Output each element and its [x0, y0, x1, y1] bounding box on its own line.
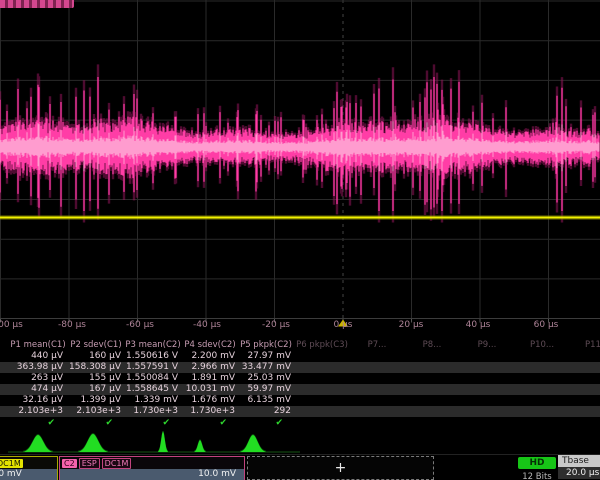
c2-channel-chip: C2 — [62, 459, 77, 468]
time-axis: -100 µs -80 µs -60 µs -40 µs -20 µs 0 µs 20 µs… — [0, 320, 600, 334]
hd-bits-label: 12 Bits — [512, 472, 562, 480]
timebase-value: 20.0 µs — [558, 467, 600, 479]
time-axis-label: 20 µs — [399, 320, 424, 330]
add-trace-button[interactable]: + — [247, 456, 434, 480]
hd-mode-badge[interactable]: HD — [518, 457, 556, 469]
cropped-pink-label — [0, 0, 74, 8]
c2-scale-value: 10.0 mV — [60, 469, 244, 480]
descriptor-bar: DC1M 10.0 mV C2 ESP DC1M 10.0 mV + HD 12… — [0, 454, 600, 480]
c2-esp-badge: ESP — [79, 458, 100, 469]
time-axis-label: -40 µs — [193, 320, 221, 330]
measurement-table: P1 mean(C1)440 µV363.98 µV263 µV474 µV32… — [0, 340, 600, 430]
measurement-histicons[interactable] — [0, 431, 600, 454]
histicon[interactable] — [158, 431, 168, 452]
time-axis-label: -20 µs — [262, 320, 290, 330]
timebase-title: Tbase — [558, 455, 600, 467]
c1-coupling-chip: DC1M — [0, 459, 23, 468]
timebase-descriptor[interactable]: Tbase 20.0 µs — [558, 455, 600, 480]
measurement-column-p11[interactable]: P11... — [552, 340, 600, 430]
time-axis-label: 60 µs — [534, 320, 559, 330]
time-axis-label: -60 µs — [126, 320, 154, 330]
oscilloscope-screen: -100 µs -80 µs -60 µs -40 µs -20 µs 0 µs 20 µs… — [0, 0, 600, 480]
time-axis-label: -80 µs — [58, 320, 86, 330]
channel-descriptor-c2[interactable]: C2 ESP DC1M 10.0 mV — [59, 456, 245, 480]
c1-scale-value: 10.0 mV — [0, 469, 57, 480]
waveform-grid — [0, 0, 600, 340]
c2-coupling-chip: DC1M — [102, 458, 132, 469]
time-axis-label: -100 µs — [0, 320, 23, 330]
channel-descriptor-c1[interactable]: DC1M 10.0 mV — [0, 456, 58, 480]
measurement-label: P11... — [552, 340, 600, 351]
time-axis-label: 0 µs — [333, 320, 352, 330]
time-axis-label: 40 µs — [466, 320, 491, 330]
